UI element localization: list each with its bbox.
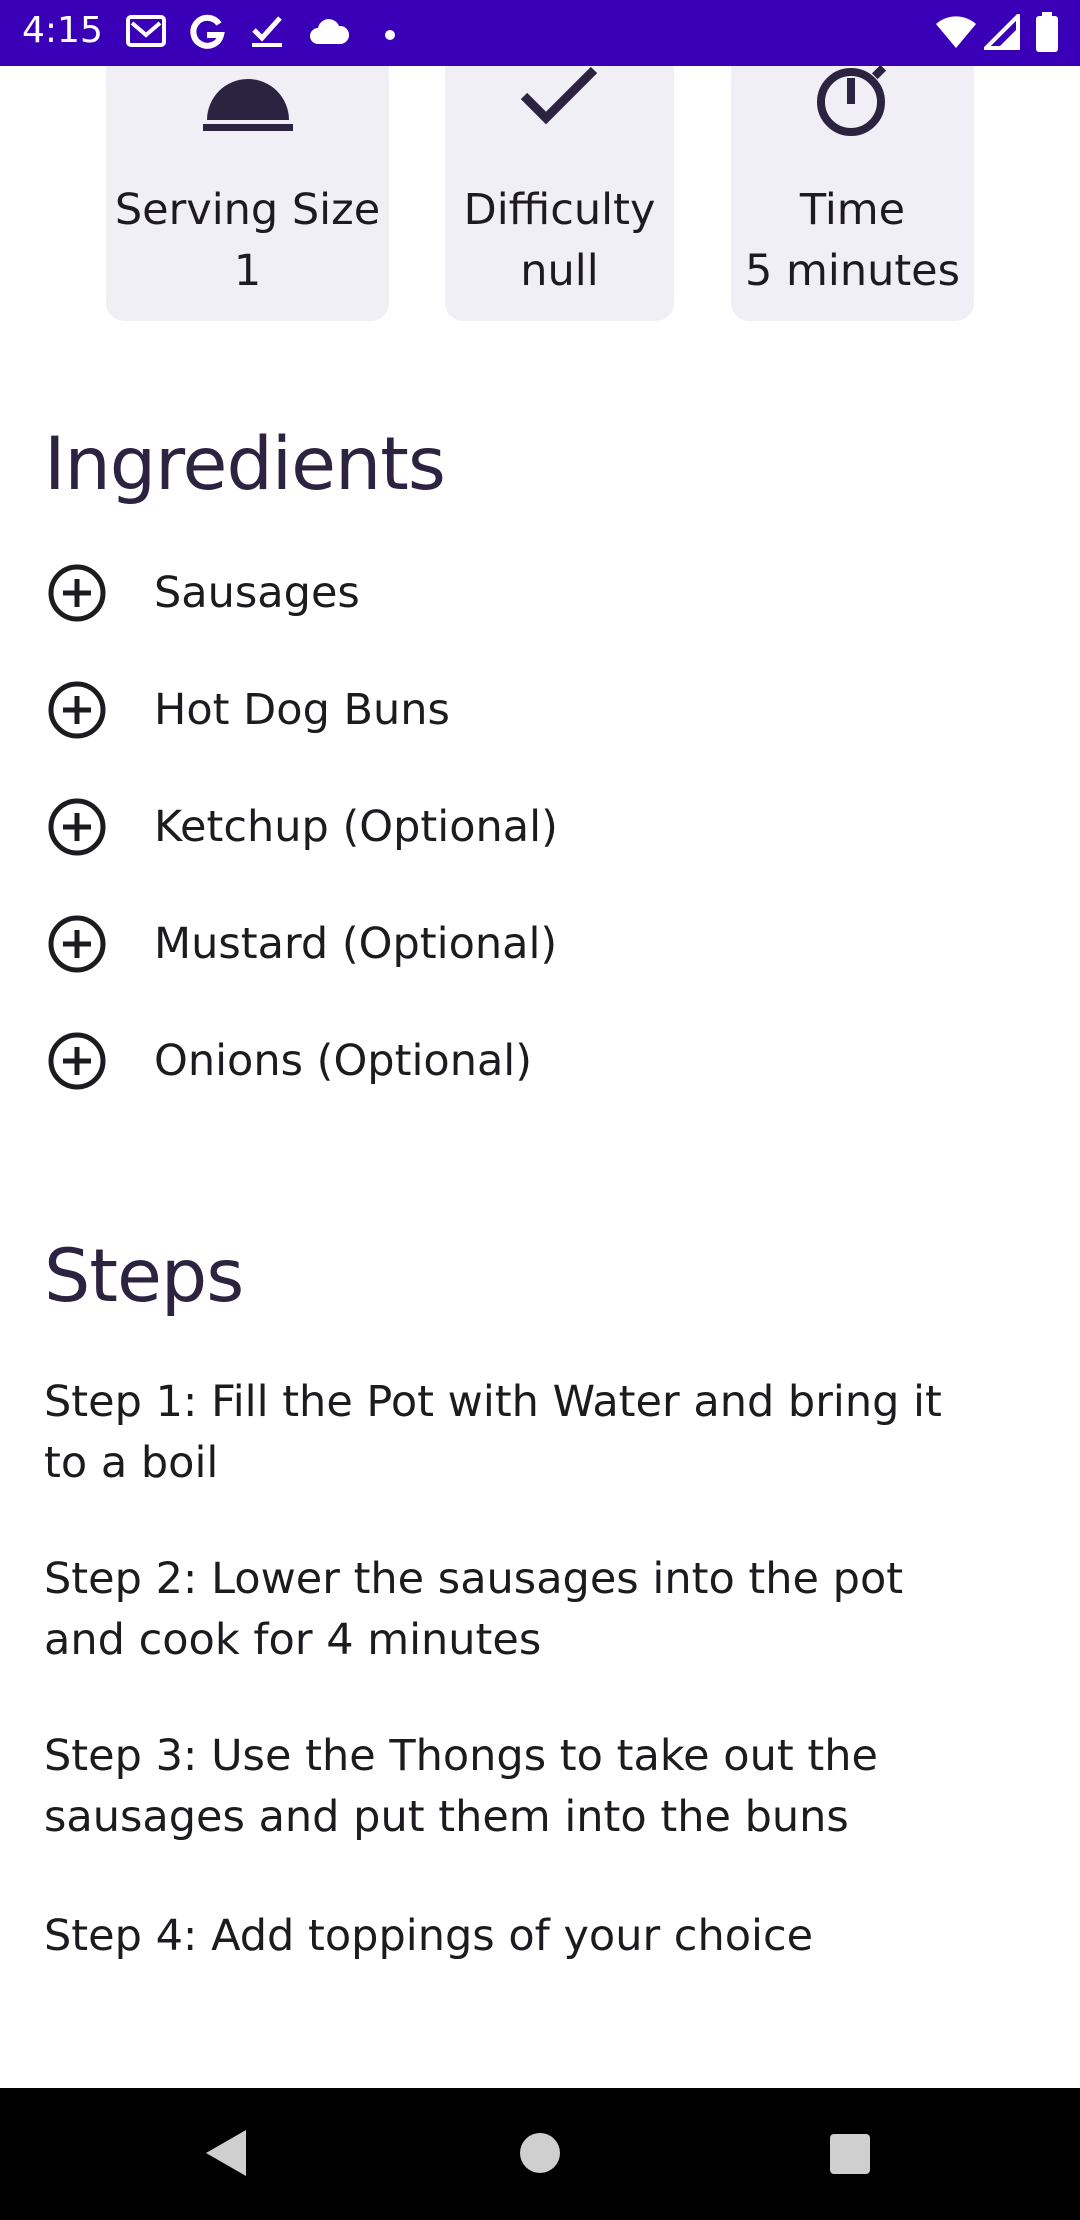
add-circle-icon[interactable] [46, 562, 108, 624]
steps-title: Steps [44, 1234, 244, 1319]
battery-icon [1036, 12, 1058, 56]
difficulty-card: Difficulty null [445, 66, 674, 321]
navigation-bar [0, 2088, 1080, 2220]
serving-size-label: Serving Size [114, 185, 381, 235]
ingredient-item[interactable]: Sausages [0, 562, 1080, 652]
task-check-icon [250, 14, 286, 54]
cloud-icon [308, 18, 350, 50]
status-time: 4:15 [22, 10, 103, 51]
step-item: Step 2: Lower the sausages into the pot … [44, 1554, 904, 1665]
serving-size-value: 1 [233, 246, 262, 296]
ingredient-label: Mustard (Optional) [154, 919, 558, 969]
ingredient-item[interactable]: Onions (Optional) [0, 1030, 1080, 1120]
time-label: Time [799, 185, 906, 235]
dot-icon [384, 26, 396, 45]
timer-icon [813, 64, 893, 146]
ingredient-item[interactable]: Mustard (Optional) [0, 913, 1080, 1003]
time-value: 5 minutes [744, 246, 961, 296]
check-icon [520, 66, 600, 136]
status-bar: 4:15 [0, 0, 1080, 66]
google-icon [188, 14, 226, 56]
signal-icon [981, 11, 1020, 54]
step-item: Step 3: Use the Thongs to take out the s… [44, 1731, 878, 1842]
difficulty-label: Difficulty [463, 185, 656, 235]
step-item: Step 1: Fill the Pot with Water and brin… [44, 1377, 942, 1488]
time-card: Time 5 minutes [731, 64, 974, 321]
add-circle-icon[interactable] [46, 913, 108, 975]
ingredient-label: Sausages [154, 568, 360, 618]
recents-icon[interactable] [829, 2133, 871, 2179]
wifi-icon [934, 16, 978, 54]
ingredients-title: Ingredients [44, 422, 446, 507]
difficulty-value: null [520, 246, 599, 296]
back-icon[interactable] [204, 2128, 248, 2182]
step-item: Step 4: Add toppings of your choice [44, 1911, 814, 1961]
add-circle-icon[interactable] [46, 1030, 108, 1092]
ingredient-item[interactable]: Ketchup (Optional) [0, 796, 1080, 886]
ingredient-label: Onions (Optional) [154, 1036, 533, 1086]
home-icon[interactable] [519, 2132, 561, 2178]
ingredient-label: Hot Dog Buns [154, 685, 450, 735]
gmail-icon [126, 14, 166, 52]
add-circle-icon[interactable] [46, 679, 108, 741]
serving-cloche-icon [202, 66, 293, 136]
ingredient-label: Ketchup (Optional) [154, 802, 558, 852]
ingredient-item[interactable]: Hot Dog Buns [0, 679, 1080, 769]
serving-size-card: Serving Size 1 [106, 66, 389, 321]
add-circle-icon[interactable] [46, 796, 108, 858]
